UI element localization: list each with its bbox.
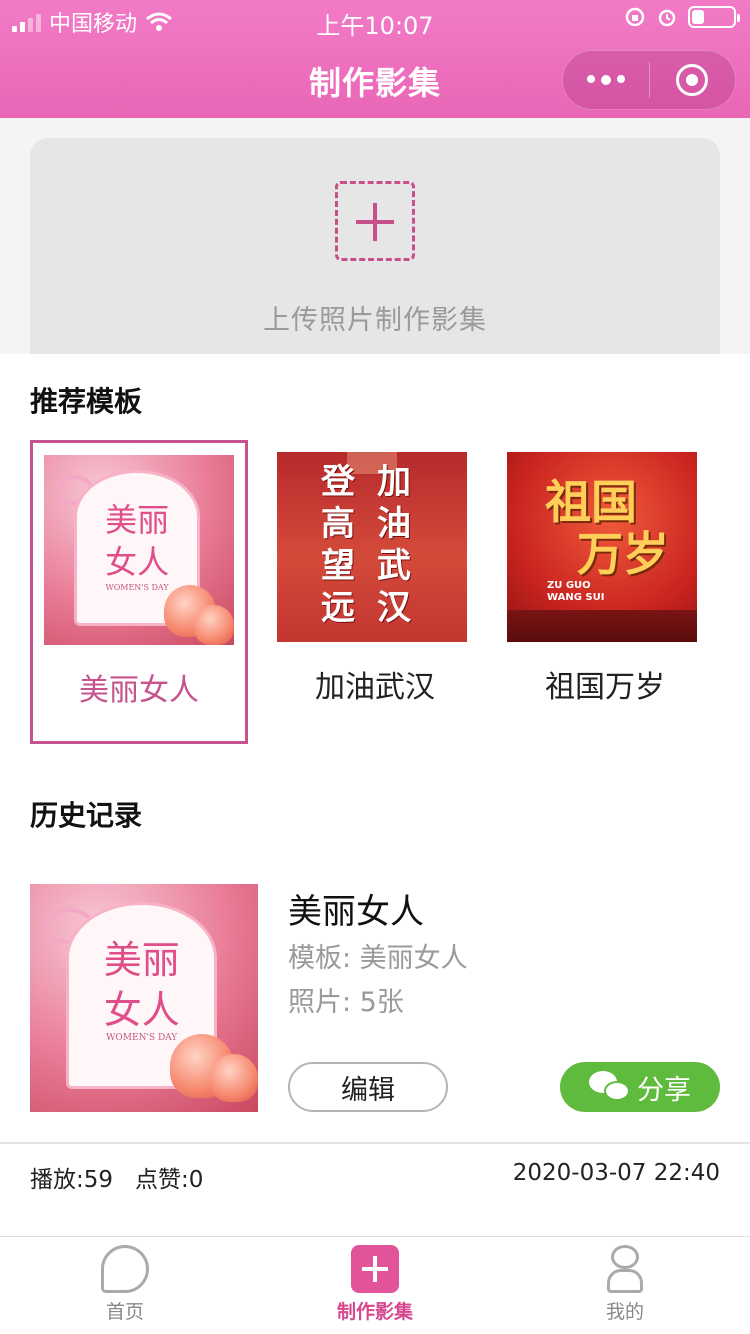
templates-heading: 推荐模板 <box>30 385 143 418</box>
tab-make-album[interactable]: 制作影集 <box>300 1245 450 1324</box>
more-icon[interactable] <box>563 75 649 85</box>
art-text: WANG SUI <box>547 592 605 603</box>
template-card-wuhan[interactable]: 登 高 望 远 加 油 武 汉 加油武汉 <box>266 440 484 744</box>
history-photo-count: 照片: 5张 <box>288 987 404 1018</box>
art-text: 远 <box>321 588 355 628</box>
battery-icon <box>688 6 740 28</box>
add-icon <box>351 1245 399 1293</box>
art-text: 武 <box>377 546 411 586</box>
rotation-lock-icon <box>625 7 645 27</box>
divider <box>0 1142 750 1144</box>
template-card-motherland[interactable]: 祖国 万岁 ZU GUO WANG SUI 祖国万岁 <box>496 440 714 744</box>
template-name: 美丽女人 <box>79 673 199 708</box>
tab-label: 首页 <box>105 1301 144 1323</box>
template-name: 加油武汉 <box>315 670 435 705</box>
upload-label: 上传照片制作影集 <box>263 305 487 336</box>
close-miniprogram-icon[interactable] <box>650 64 736 96</box>
art-text: 登 <box>321 462 355 502</box>
art-text: 女人 <box>105 543 170 582</box>
wechat-icon <box>589 1071 631 1103</box>
play-count: 播放:59 <box>30 1167 114 1193</box>
share-button[interactable]: 分享 <box>560 1062 720 1112</box>
navigation-bar: 制作影集 <box>0 40 750 118</box>
tab-label: 我的 <box>605 1301 644 1323</box>
add-photo-icon <box>335 181 415 261</box>
history-title: 美丽女人 <box>288 892 424 932</box>
history-thumbnail[interactable]: 美丽 女人 WOMEN'S DAY <box>30 884 258 1112</box>
miniprogram-capsule <box>562 50 736 110</box>
art-text: ZU GUO <box>547 580 591 591</box>
art-text: 望 <box>321 546 355 586</box>
template-name: 祖国万岁 <box>545 670 665 705</box>
upload-photos-button[interactable]: 上传照片制作影集 <box>30 138 720 354</box>
art-text: 美丽 <box>105 501 170 540</box>
history-template: 模板: 美丽女人 <box>288 943 468 974</box>
tab-bar: 首页 制作影集 我的 <box>0 1236 750 1334</box>
history-heading: 历史记录 <box>30 799 143 832</box>
share-label: 分享 <box>637 1074 691 1106</box>
tab-label: 制作影集 <box>336 1301 413 1323</box>
edit-button[interactable]: 编辑 <box>288 1062 448 1112</box>
status-right <box>624 6 740 28</box>
template-thumbnail: 美丽 女人 WOMEN'S DAY <box>44 455 234 645</box>
history-date: 2020-03-07 22:40 <box>512 1160 720 1186</box>
art-text: 女人 <box>103 988 180 1033</box>
template-thumbnail: 登 高 望 远 加 油 武 汉 <box>277 452 467 642</box>
like-count: 点赞:0 <box>135 1167 204 1193</box>
tab-home[interactable]: 首页 <box>50 1245 200 1324</box>
template-thumbnail: 祖国 万岁 ZU GUO WANG SUI <box>507 452 697 642</box>
home-icon <box>101 1245 149 1293</box>
tab-mine[interactable]: 我的 <box>550 1245 700 1324</box>
art-text: 加 <box>377 462 411 502</box>
art-text: 汉 <box>377 588 411 628</box>
art-text: 油 <box>377 504 411 544</box>
history-stats: 播放:59 点赞:0 <box>30 1160 203 1194</box>
app-header: 中国移动 上午10:07 制作影集 <box>0 0 750 118</box>
upload-section: 上传照片制作影集 <box>0 118 750 354</box>
art-text: 美丽 <box>103 938 180 983</box>
profile-icon <box>601 1245 649 1293</box>
alarm-icon <box>658 9 676 27</box>
template-card-beautiful-woman[interactable]: 美丽 女人 WOMEN'S DAY 美丽女人 <box>30 440 248 744</box>
status-bar: 中国移动 上午10:07 <box>0 0 750 40</box>
art-text: 祖国 <box>545 475 637 529</box>
art-text: 高 <box>321 504 355 544</box>
art-text: 万岁 <box>577 527 669 581</box>
